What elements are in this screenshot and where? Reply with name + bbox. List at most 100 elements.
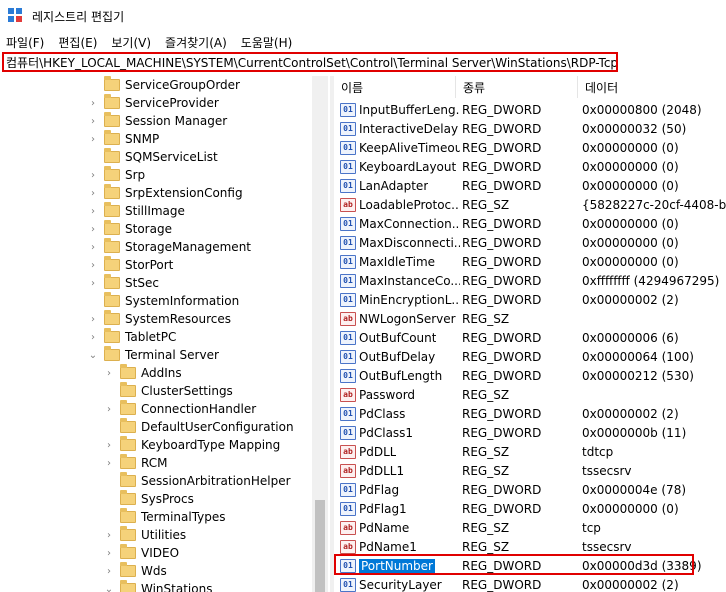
no-expander — [88, 296, 98, 306]
chevron-right-icon[interactable]: › — [88, 98, 98, 109]
tree-item[interactable]: › RCM — [104, 454, 167, 472]
tree-item[interactable]: › StSec — [88, 274, 159, 292]
column-type[interactable]: 종류 — [456, 76, 578, 98]
tree-item[interactable]: ServiceGroupOrder — [88, 76, 240, 94]
chevron-right-icon[interactable]: › — [104, 440, 114, 451]
value-row[interactable]: 01 KeepAliveTimeout REG_DWORD 0x00000000 (0… — [334, 138, 726, 157]
tree-item-label: StillImage — [125, 204, 185, 218]
chevron-right-icon[interactable]: › — [104, 566, 114, 577]
value-row[interactable]: ab Password REG_SZ — [334, 385, 726, 404]
value-row[interactable]: ab PdName REG_SZ tcp — [334, 518, 726, 537]
tree-item[interactable]: DefaultUserConfiguration — [104, 418, 294, 436]
value-row[interactable]: 01 KeyboardLayout REG_DWORD 0x00000000 (0) — [334, 157, 726, 176]
chevron-down-icon[interactable]: ⌄ — [88, 350, 98, 361]
value-data-cell: 0x00000000 (0) — [582, 178, 679, 193]
tree-item-label: Terminal Server — [125, 348, 219, 362]
value-row[interactable]: 01 MinEncryptionL... REG_DWORD 0x00000002 (… — [334, 290, 726, 309]
tree-item[interactable]: › Srp — [88, 166, 145, 184]
chevron-right-icon[interactable]: › — [88, 242, 98, 253]
chevron-right-icon[interactable]: › — [104, 404, 114, 415]
value-row[interactable]: ab PdDLL1 REG_SZ tssecsrv — [334, 461, 726, 480]
tree-item[interactable]: ⌄ Terminal Server — [88, 346, 219, 364]
address-bar[interactable]: 컴퓨터\HKEY_LOCAL_MACHINE\SYSTEM\CurrentCon… — [2, 52, 618, 72]
value-name: LanAdapter — [359, 178, 429, 193]
tree-item[interactable]: › StorageManagement — [88, 238, 251, 256]
tree-item[interactable]: › KeyboardType Mapping — [104, 436, 280, 454]
tree-item[interactable]: SQMServiceList — [88, 148, 218, 166]
chevron-right-icon[interactable]: › — [104, 548, 114, 559]
value-row[interactable]: 01 MaxIdleTime REG_DWORD 0x00000000 (0) — [334, 252, 726, 271]
tree-item[interactable]: › SNMP — [88, 130, 159, 148]
column-name[interactable]: 이름 — [334, 76, 456, 98]
value-row[interactable]: 01 OutBufDelay REG_DWORD 0x00000064 (100) — [334, 347, 726, 366]
chevron-right-icon[interactable]: › — [88, 224, 98, 235]
value-row[interactable]: ab LoadableProtoc... REG_SZ {5828227c-20cf-… — [334, 195, 726, 214]
value-row[interactable]: 01 PdFlag1 REG_DWORD 0x00000000 (0) — [334, 499, 726, 518]
chevron-right-icon[interactable]: › — [88, 206, 98, 217]
folder-icon — [104, 148, 120, 163]
tree-scrollbar[interactable] — [312, 76, 328, 592]
chevron-right-icon[interactable]: › — [88, 314, 98, 325]
tree-item[interactable]: › StorPort — [88, 256, 173, 274]
folder-icon — [104, 310, 120, 325]
tree-item[interactable]: › VIDEO — [104, 544, 179, 562]
value-row[interactable]: 01 InputBufferLeng... REG_DWORD 0x00000800 … — [334, 100, 726, 119]
column-data[interactable]: 데이터 — [578, 76, 726, 98]
folder-icon — [120, 562, 136, 577]
value-row[interactable]: 01 PdClass1 REG_DWORD 0x0000000b (11) — [334, 423, 726, 442]
tree-item-label: KeyboardType Mapping — [141, 438, 281, 452]
tree-item[interactable]: › TabletPC — [88, 328, 176, 346]
chevron-right-icon[interactable]: › — [104, 530, 114, 541]
chevron-right-icon[interactable]: › — [104, 368, 114, 379]
value-row[interactable]: 01 PdClass REG_DWORD 0x00000002 (2) — [334, 404, 726, 423]
tree-item[interactable]: › ServiceProvider — [88, 94, 219, 112]
value-row[interactable]: 01 OutBufCount REG_DWORD 0x00000006 (6) — [334, 328, 726, 347]
tree-item[interactable]: ⌄ WinStations — [104, 580, 212, 592]
tree-item[interactable]: › SrpExtensionConfig — [88, 184, 243, 202]
value-row[interactable]: ab PdDLL REG_SZ tdtcp — [334, 442, 726, 461]
menu-favorites[interactable]: 즐겨찾기(A) — [159, 34, 235, 51]
chevron-right-icon[interactable]: › — [88, 332, 98, 343]
value-row[interactable]: 01 PdFlag REG_DWORD 0x0000004e (78) — [334, 480, 726, 499]
value-row[interactable]: 01 InteractiveDelay REG_DWORD 0x00000032 (5… — [334, 119, 726, 138]
menu-file[interactable]: 파일(F) — [0, 34, 52, 51]
chevron-right-icon[interactable]: › — [88, 116, 98, 127]
menu-view[interactable]: 보기(V) — [105, 34, 159, 51]
tree-item[interactable]: ClusterSettings — [104, 382, 233, 400]
tree-item[interactable]: › SystemResources — [88, 310, 231, 328]
tree-item[interactable]: SessionArbitrationHelper — [104, 472, 291, 490]
tree-item[interactable]: › Session Manager — [88, 112, 227, 130]
tree-item[interactable]: › ConnectionHandler — [104, 400, 256, 418]
tree-item[interactable]: › StillImage — [88, 202, 185, 220]
chevron-right-icon[interactable]: › — [88, 278, 98, 289]
value-row[interactable]: 01 LanAdapter REG_DWORD 0x00000000 (0) — [334, 176, 726, 195]
value-type-cell: REG_SZ — [462, 387, 510, 402]
tree-item[interactable]: TerminalTypes — [104, 508, 226, 526]
chevron-right-icon[interactable]: › — [88, 134, 98, 145]
value-row[interactable]: 01 MaxDisconnecti... REG_DWORD 0x00000000 (… — [334, 233, 726, 252]
tree-item-label: StorageManagement — [125, 240, 251, 254]
tree-item[interactable]: SystemInformation — [88, 292, 239, 310]
chevron-down-icon[interactable]: ⌄ — [104, 584, 114, 592]
value-row[interactable]: 01 MaxConnection... REG_DWORD 0x00000000 (0… — [334, 214, 726, 233]
value-row[interactable]: 01 OutBufLength REG_DWORD 0x00000212 (530) — [334, 366, 726, 385]
tree-item[interactable]: › Storage — [88, 220, 172, 238]
value-type-cell: REG_DWORD — [462, 482, 542, 497]
value-name-cell: 01 PdFlag — [340, 480, 460, 499]
value-row[interactable]: ab NWLogonServer REG_SZ — [334, 309, 726, 328]
tree-item[interactable]: › AddIns — [104, 364, 182, 382]
no-expander — [104, 386, 114, 396]
tree-item[interactable]: SysProcs — [104, 490, 194, 508]
value-row[interactable]: 01 SecurityLayer REG_DWORD 0x00000002 (2) — [334, 575, 726, 592]
menu-help[interactable]: 도움말(H) — [235, 34, 301, 51]
chevron-right-icon[interactable]: › — [88, 188, 98, 199]
no-expander — [104, 476, 114, 486]
value-row[interactable]: 01 MaxInstanceCo... REG_DWORD 0xffffffff (4… — [334, 271, 726, 290]
chevron-right-icon[interactable]: › — [88, 170, 98, 181]
tree-scrollbar-thumb[interactable] — [315, 500, 325, 592]
tree-item[interactable]: › Utilities — [104, 526, 186, 544]
tree-item[interactable]: › Wds — [104, 562, 167, 580]
chevron-right-icon[interactable]: › — [104, 458, 114, 469]
chevron-right-icon[interactable]: › — [88, 260, 98, 271]
menu-edit[interactable]: 편집(E) — [52, 34, 105, 51]
